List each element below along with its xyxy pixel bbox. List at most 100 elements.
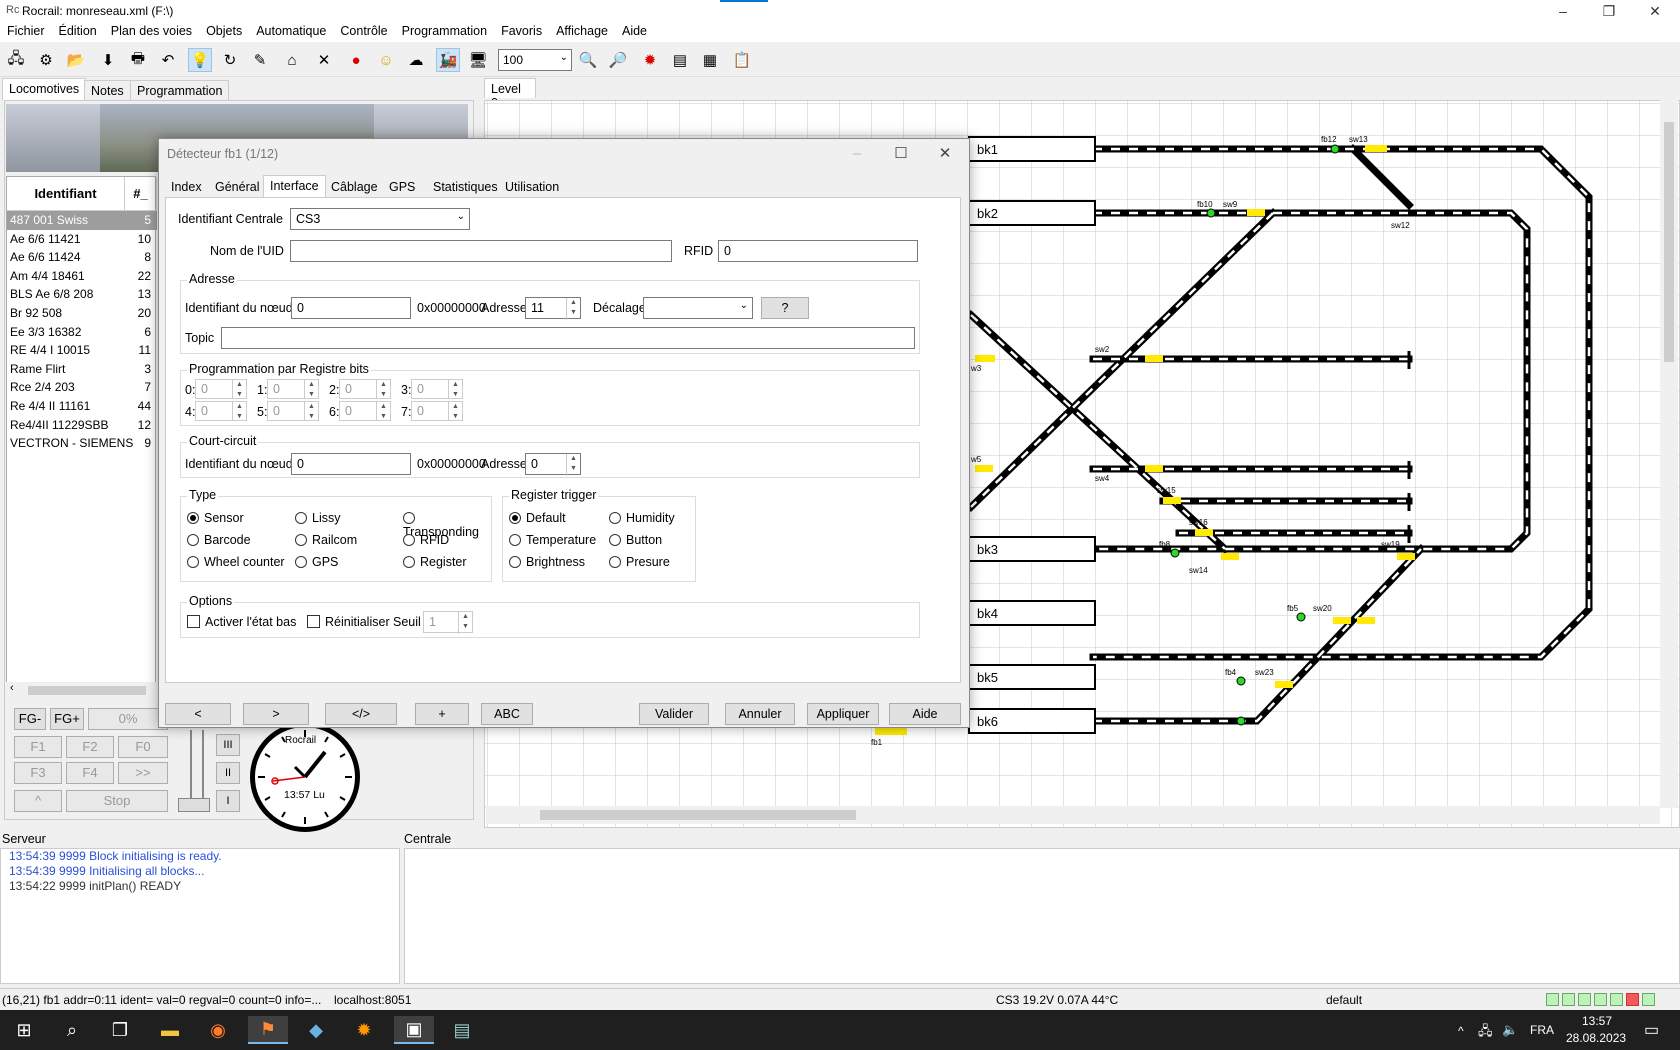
cc-node-id-input[interactable]: 0 <box>291 453 411 475</box>
table-row[interactable]: Ae 6/6 11421 10 <box>7 230 157 249</box>
tab-level-0[interactable]: Level 0 <box>484 78 536 110</box>
menu-fichier[interactable]: Fichier <box>0 22 52 40</box>
zoom-in-icon[interactable]: 🔍 <box>576 48 600 72</box>
open-folder-icon[interactable]: 📂 <box>64 48 88 72</box>
dialog-minimize-icon[interactable]: – <box>835 141 879 167</box>
xml-button[interactable]: </> <box>325 703 397 725</box>
scroll-left-icon[interactable]: ‹ <box>10 682 14 694</box>
bit-input[interactable]: 0 ▲ ▼ <box>411 379 463 399</box>
tab-locomotives[interactable]: Locomotives <box>2 78 87 100</box>
table-row[interactable]: VECTRON - SIEMENS 9 <box>7 434 157 453</box>
radio-rfid[interactable]: RFID <box>403 533 449 547</box>
spinner-icon[interactable]: ▲ ▼ <box>448 380 462 398</box>
plan-horizontal-scrollbar[interactable] <box>486 806 1660 824</box>
address-input[interactable]: 11 ▲ ▼ <box>525 297 581 320</box>
rfid-input[interactable]: 0 <box>718 240 918 262</box>
emergency-icon[interactable]: ✹ <box>638 48 662 72</box>
table-row[interactable]: Ee 3/3 16382 6 <box>7 323 157 342</box>
tab-index[interactable]: Index <box>165 177 208 197</box>
low-state-checkbox[interactable]: Activer l'état bas <box>187 615 296 629</box>
previous-button[interactable]: < <box>165 703 231 725</box>
horizontal-scrollbar[interactable]: ‹ <box>6 682 156 698</box>
network-icon[interactable]: 🖧 <box>1478 1022 1493 1044</box>
radio-gps[interactable]: GPS <box>295 555 338 569</box>
spinner-icon[interactable]: ▲ ▼ <box>232 402 246 420</box>
radio-lissy[interactable]: Lissy <box>295 511 340 525</box>
gear-3-button[interactable]: III <box>216 734 240 756</box>
offset-select[interactable]: ⌄ <box>643 297 753 319</box>
f4-button[interactable]: F4 <box>66 762 114 784</box>
settings-icon[interactable]: ⚙ <box>34 48 58 72</box>
terminal-icon[interactable]: ▤ <box>442 1016 482 1044</box>
menu-edition[interactable]: Édition <box>52 22 104 40</box>
add-button[interactable]: + <box>415 703 469 725</box>
radio-railcom[interactable]: Railcom <box>295 533 357 547</box>
taskbar-time[interactable]: 13:57 <box>1582 1014 1612 1028</box>
tab-utilisation[interactable]: Utilisation <box>499 177 565 197</box>
radio-humidity[interactable]: Humidity <box>609 511 675 525</box>
help-button[interactable]: ? <box>761 297 809 319</box>
search-icon[interactable]: ⌕ <box>52 1016 92 1044</box>
table-row[interactable]: RE 4/4 I 10015 11 <box>7 341 157 360</box>
scrollbar-thumb[interactable] <box>1664 122 1674 362</box>
validate-button[interactable]: Valider <box>639 703 709 725</box>
tab-interface[interactable]: Interface <box>263 175 326 199</box>
rocrail-window-icon[interactable]: ▣ <box>394 1016 434 1044</box>
firefox-icon[interactable]: ◉ <box>198 1016 238 1044</box>
bit-input[interactable]: 0 ▲ ▼ <box>267 401 319 421</box>
column-header-count[interactable]: #_ <box>125 177 157 211</box>
dialog-close-icon[interactable]: ✕ <box>923 141 967 167</box>
menu-plan[interactable]: Plan des voies <box>104 22 199 40</box>
spinner-icon[interactable]: ▲ ▼ <box>448 402 462 420</box>
notification-icon[interactable]: ▭ <box>1644 1020 1659 1040</box>
menu-programmation[interactable]: Programmation <box>395 22 494 40</box>
clipboard-icon[interactable]: 📋 <box>730 48 754 72</box>
menu-affichage[interactable]: Affichage <box>549 22 615 40</box>
tab-general[interactable]: Général <box>209 177 265 197</box>
speed-slider-handle[interactable] <box>178 798 210 812</box>
lightbulb-icon[interactable]: 💡 <box>188 48 212 72</box>
bit-input[interactable]: 0 ▲ ▼ <box>411 401 463 421</box>
menu-controle[interactable]: Contrôle <box>333 22 394 40</box>
tray-chevron-icon[interactable]: ^ <box>1458 1024 1464 1038</box>
volume-icon[interactable]: 🔈 <box>1502 1022 1518 1038</box>
f3-button[interactable]: F3 <box>14 762 62 784</box>
minimize-icon[interactable]: – <box>1540 0 1586 22</box>
table-icon[interactable]: ▤ <box>668 48 692 72</box>
connect-icon[interactable]: 🖧 <box>4 48 28 72</box>
table-row[interactable]: Re4/4II 11229SBB 12 <box>7 416 157 435</box>
radio-register[interactable]: Register <box>403 555 467 569</box>
uid-input[interactable] <box>290 240 672 262</box>
f1-button[interactable]: F1 <box>14 736 62 758</box>
table-row[interactable]: Re 4/4 II 11161 44 <box>7 397 157 416</box>
radio-presure[interactable]: Presure <box>609 555 670 569</box>
next-button[interactable]: > <box>243 703 309 725</box>
bit-input[interactable]: 0 ▲ ▼ <box>195 401 247 421</box>
radio-brightness[interactable]: Brightness <box>509 555 585 569</box>
scrollbar-thumb[interactable] <box>28 686 146 695</box>
radio-barcode[interactable]: Barcode <box>187 533 251 547</box>
table-row[interactable]: Ae 6/6 11424 8 <box>7 248 157 267</box>
spinner-icon[interactable]: ▲ ▼ <box>458 612 472 634</box>
rocrail-taskbar-icon[interactable]: ⚑ <box>248 1016 288 1044</box>
stop-button[interactable]: Stop <box>66 790 168 812</box>
spinner-icon[interactable]: ▲ ▼ <box>376 380 390 398</box>
tab-notes[interactable]: Notes <box>84 80 131 100</box>
task-view-icon[interactable]: ❐ <box>100 1016 140 1044</box>
monitor-icon[interactable]: 🖥 <box>466 48 490 72</box>
tab-gps[interactable]: GPS <box>383 177 421 197</box>
radio-temperature[interactable]: Temperature <box>509 533 596 547</box>
spinner-icon[interactable]: ▲ ▼ <box>566 454 580 476</box>
apply-button[interactable]: Appliquer <box>807 703 879 725</box>
file-explorer-icon[interactable]: ▬ <box>150 1016 190 1044</box>
cloud-icon[interactable]: ☁ <box>404 48 428 72</box>
more-functions-button[interactable]: >> <box>118 762 168 784</box>
ident-centrale-select[interactable]: CS3 ⌄ <box>290 208 470 230</box>
abc-button[interactable]: ABC <box>481 703 533 725</box>
menu-objets[interactable]: Objets <box>199 22 249 40</box>
train-icon[interactable]: 🚂 <box>436 48 460 72</box>
gear-1-button[interactable]: I <box>216 790 240 812</box>
fg-plus-button[interactable]: FG+ <box>50 708 84 730</box>
node-id-input[interactable]: 0 <box>291 297 411 319</box>
smiley-icon[interactable]: ☺ <box>374 48 398 72</box>
